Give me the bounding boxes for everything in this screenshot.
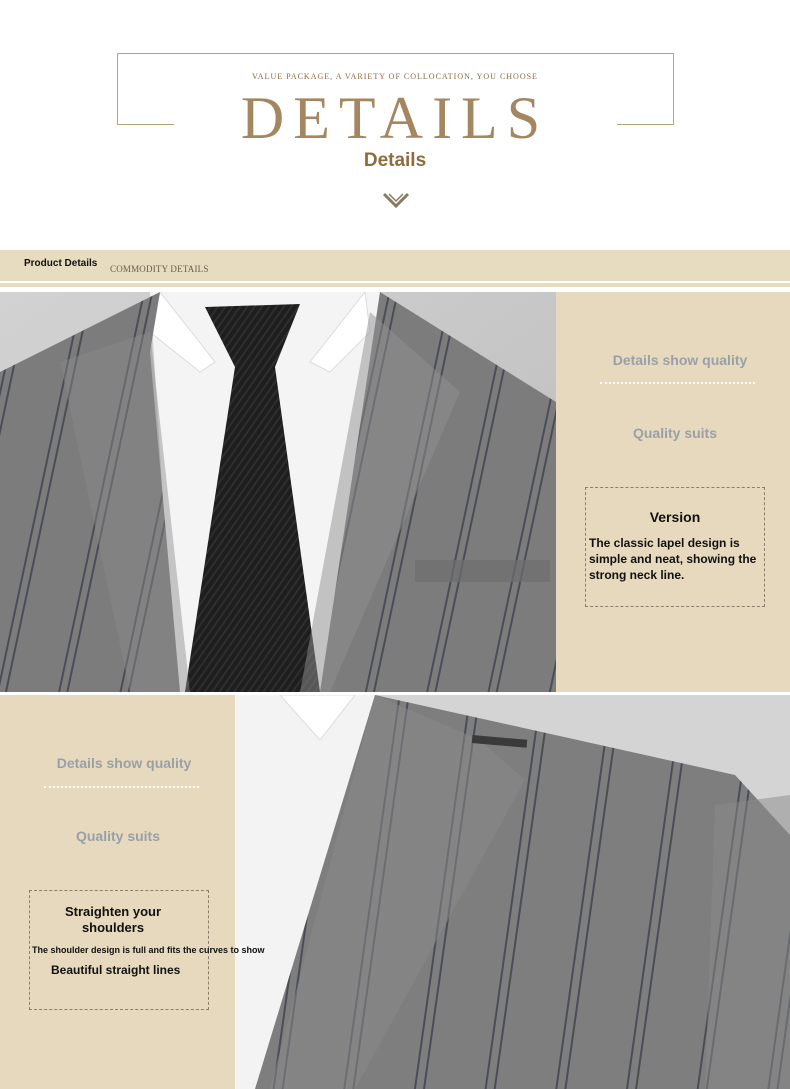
chevron-down-icon xyxy=(382,192,410,209)
product-details-underline xyxy=(0,283,790,287)
suit-lapel-photo xyxy=(0,292,556,692)
quality-sub-2: Quality suits xyxy=(75,828,161,844)
quality-heading-2: Details show quality xyxy=(56,755,192,771)
dotted-divider-2 xyxy=(44,786,199,788)
version-text: The classic lapel design is simple and n… xyxy=(589,536,757,582)
dotted-divider-1 xyxy=(600,382,755,384)
product-details-label: Product Details xyxy=(24,258,98,269)
quality-heading-1: Details show quality xyxy=(612,352,748,368)
suit-shoulder-photo xyxy=(235,695,790,1089)
shoulder-title: Straighten your shoulders xyxy=(64,904,162,935)
page-title: DETAILS xyxy=(240,85,550,151)
shoulder-text-2: Beautiful straight lines xyxy=(51,963,181,977)
version-title: Version xyxy=(649,509,701,525)
quality-sub-1: Quality suits xyxy=(632,425,718,441)
page-subtitle: Details xyxy=(363,150,427,171)
shoulder-text: The shoulder design is full and fits the… xyxy=(32,945,265,955)
product-details-sublabel: COMMODITY DETAILS xyxy=(110,264,209,274)
header-tagline: VALUE PACKAGE, A VARIETY OF COLLOCATION,… xyxy=(252,72,538,81)
